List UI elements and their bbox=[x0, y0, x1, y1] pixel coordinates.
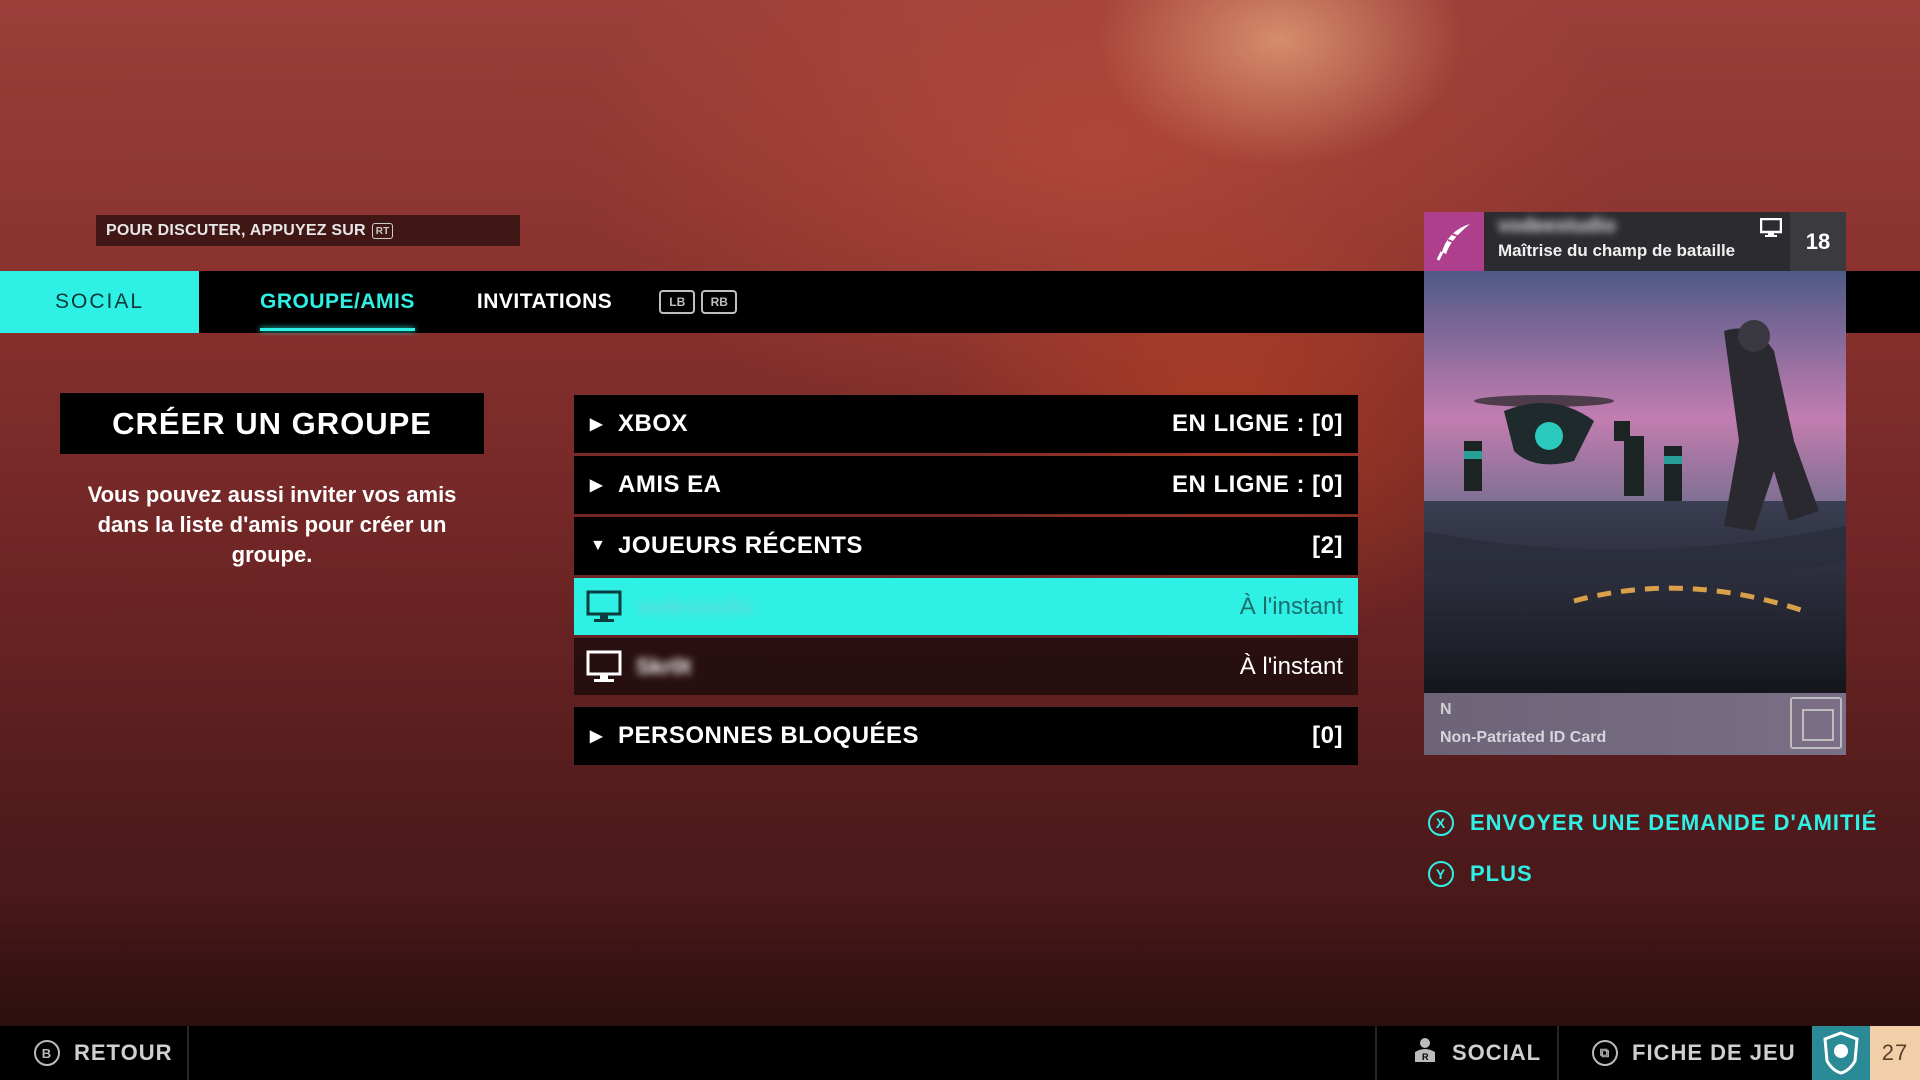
back-label: RETOUR bbox=[74, 1040, 173, 1065]
social-button[interactable]: R SOCIAL bbox=[1412, 1026, 1541, 1080]
tab-bar-right-segment bbox=[1846, 271, 1920, 333]
send-friend-request-button[interactable]: X ENVOYER UNE DEMANDE D'AMITIÉ bbox=[1428, 808, 1877, 838]
divider bbox=[1375, 1026, 1377, 1080]
b-button-icon: B bbox=[34, 1040, 60, 1066]
view-button-icon: ⧉ bbox=[1592, 1040, 1618, 1066]
tab-group-friends[interactable]: GROUPE/AMIS bbox=[260, 271, 415, 333]
card-info: vodeestudio Maîtrise du champ de bataill… bbox=[1484, 212, 1790, 271]
rt-button-glyph: RT bbox=[371, 222, 394, 239]
player-count: [2] bbox=[1312, 532, 1343, 559]
divider bbox=[1557, 1026, 1559, 1080]
card-header: vodeestudio Maîtrise du champ de bataill… bbox=[1424, 212, 1846, 271]
social-label: SOCIAL bbox=[1452, 1040, 1542, 1065]
quill-emblem-icon bbox=[1424, 212, 1484, 271]
expand-arrow-icon: ▶ bbox=[590, 728, 603, 745]
category-label: PERSONNES BLOQUÉES bbox=[618, 722, 920, 749]
category-label: AMIS EA bbox=[618, 471, 722, 498]
rank-badge-icon bbox=[1812, 1026, 1870, 1080]
bumper-hints: LB RB bbox=[659, 290, 738, 314]
last-seen: À l'instant bbox=[1239, 652, 1343, 680]
expand-arrow-icon: ▶ bbox=[590, 477, 603, 494]
divider bbox=[187, 1026, 189, 1080]
collapse-arrow-icon: ▼ bbox=[590, 537, 606, 554]
pc-icon bbox=[586, 647, 636, 687]
bottom-bar: B RETOUR R SOCIAL ⧉ FICHE DE JEU 27 bbox=[0, 1026, 1920, 1080]
friend-list: ▶ XBOX EN LIGNE : [0] ▶ AMIS EA EN LIGNE… bbox=[574, 395, 1358, 768]
svg-text:R: R bbox=[1422, 1052, 1430, 1062]
back-button[interactable]: B RETOUR bbox=[34, 1026, 173, 1080]
more-button[interactable]: Y PLUS bbox=[1428, 859, 1877, 889]
expand-arrow-icon: ▶ bbox=[590, 416, 603, 433]
tab-social[interactable]: SOCIAL bbox=[0, 271, 199, 333]
pc-icon bbox=[586, 587, 636, 627]
category-xbox[interactable]: ▶ XBOX EN LIGNE : [0] bbox=[574, 395, 1358, 453]
category-blocked[interactable]: ▶ PERSONNES BLOQUÉES [0] bbox=[574, 707, 1358, 765]
social-icon: R bbox=[1412, 1036, 1438, 1070]
online-count: EN LIGNE : [0] bbox=[1171, 410, 1343, 437]
lb-bumper-icon[interactable]: LB bbox=[659, 290, 696, 314]
game-sheet-label: FICHE DE JEU bbox=[1632, 1040, 1796, 1065]
y-button-icon: Y bbox=[1428, 861, 1454, 887]
game-sheet-button[interactable]: ⧉ FICHE DE JEU bbox=[1592, 1026, 1796, 1080]
player-name: vodestudio bbox=[636, 593, 754, 619]
card-footer: N Non-Patriated ID Card bbox=[1424, 693, 1846, 755]
tab-bar: SOCIAL GROUPE/AMIS INVITATIONS LB RB bbox=[0, 271, 1424, 333]
card-player-title: Maîtrise du champ de bataille bbox=[1498, 241, 1736, 260]
rb-bumper-icon[interactable]: RB bbox=[701, 290, 738, 314]
rank-number: 27 bbox=[1870, 1026, 1920, 1080]
chat-hint-text: POUR DISCUTER, APPUYEZ SUR bbox=[106, 221, 366, 239]
create-group-button[interactable]: CRÉER UN GROUPE bbox=[60, 393, 484, 454]
blocked-count: [0] bbox=[1312, 722, 1343, 749]
create-group-description: Vous pouvez aussi inviter vos amis dans … bbox=[87, 482, 457, 567]
player-card-artwork bbox=[1424, 271, 1846, 693]
player-row[interactable]: Skr0t À l'instant bbox=[574, 638, 1358, 695]
last-seen: À l'instant bbox=[1239, 592, 1343, 620]
player-level: 18 bbox=[1790, 212, 1846, 271]
chat-hint: POUR DISCUTER, APPUYEZ SUR RT bbox=[96, 215, 520, 246]
action-label: PLUS bbox=[1470, 861, 1533, 886]
category-recent-players[interactable]: ▼ JOUEURS RÉCENTS [2] bbox=[574, 517, 1358, 575]
x-button-icon: X bbox=[1428, 810, 1454, 836]
category-label: XBOX bbox=[618, 410, 689, 437]
category-label: JOUEURS RÉCENTS bbox=[618, 532, 863, 559]
category-ea-friends[interactable]: ▶ AMIS EA EN LIGNE : [0] bbox=[574, 456, 1358, 514]
background-smoke bbox=[0, 900, 1920, 1030]
logo-icon: N bbox=[1440, 701, 1452, 718]
action-label: ENVOYER UNE DEMANDE D'AMITIÉ bbox=[1470, 810, 1878, 835]
player-actions: X ENVOYER UNE DEMANDE D'AMITIÉ Y PLUS bbox=[1428, 808, 1877, 910]
player-row-selected[interactable]: vodestudio À l'instant bbox=[574, 578, 1358, 635]
card-username: vodeestudio bbox=[1498, 215, 1616, 237]
card-name: Non-Patriated ID Card bbox=[1440, 729, 1607, 746]
online-count: EN LIGNE : [0] bbox=[1171, 471, 1343, 498]
tab-invitations[interactable]: INVITATIONS bbox=[477, 271, 612, 333]
pc-icon bbox=[1759, 217, 1783, 242]
player-name: Skr0t bbox=[636, 653, 692, 679]
card-code-icon bbox=[1790, 697, 1842, 749]
profile-card[interactable]: vodeestudio Maîtrise du champ de bataill… bbox=[1424, 212, 1846, 755]
